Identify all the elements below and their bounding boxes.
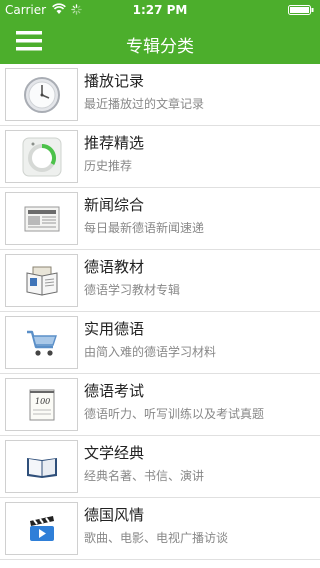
category-title: 实用德语 bbox=[84, 320, 145, 338]
category-thumbnail bbox=[5, 502, 78, 555]
category-row-featured-picks[interactable]: 推荐精选 历史推荐 bbox=[0, 126, 320, 188]
page-title: 专辑分类 bbox=[126, 37, 194, 57]
category-thumbnail bbox=[5, 440, 78, 493]
category-row-literature-classics[interactable]: 文学经典 经典名著、书信、演讲 bbox=[0, 436, 320, 498]
category-row-playback-history[interactable]: 播放记录 最近播放过的文章记录 bbox=[0, 64, 320, 126]
category-title: 德国风情 bbox=[84, 506, 145, 524]
category-row-textbooks[interactable]: 德语教材 德语学习教材专辑 bbox=[0, 250, 320, 312]
category-subtitle: 历史推荐 bbox=[84, 159, 133, 173]
navigation-bar: Carrier 1:27 PM 专辑分类 bbox=[0, 0, 320, 64]
exam-score-label: 100 bbox=[35, 397, 50, 406]
category-title: 推荐精选 bbox=[84, 134, 145, 152]
category-row-practical-german[interactable]: 实用德语 由简入难的德语学习材料 bbox=[0, 312, 320, 374]
category-title: 德语考试 bbox=[84, 382, 145, 400]
category-subtitle: 德语学习教材专辑 bbox=[84, 283, 181, 297]
category-title: 文学经典 bbox=[84, 444, 145, 462]
clock-icon bbox=[23, 76, 60, 113]
category-thumbnail bbox=[5, 254, 78, 307]
category-subtitle: 德语听力、听写训练以及考试真题 bbox=[84, 407, 265, 421]
status-bar: Carrier 1:27 PM bbox=[0, 0, 320, 20]
category-thumbnail: 100 bbox=[5, 378, 78, 431]
status-time: 1:27 PM bbox=[132, 3, 188, 17]
category-thumbnail bbox=[5, 68, 78, 121]
clapperboard-icon bbox=[29, 515, 54, 541]
category-thumbnail bbox=[5, 130, 78, 183]
open-book-icon bbox=[26, 457, 57, 478]
battery-icon bbox=[288, 5, 314, 15]
category-subtitle: 歌曲、电影、电视广播访谈 bbox=[84, 531, 229, 545]
category-row-news[interactable]: 新闻综合 每日最新德语新闻速递 bbox=[0, 188, 320, 250]
newspaper-icon bbox=[24, 206, 59, 231]
category-subtitle: 经典名著、书信、演讲 bbox=[84, 469, 205, 483]
category-subtitle: 由简入难的德语学习材料 bbox=[84, 345, 217, 359]
shopping-cart-icon bbox=[26, 330, 57, 356]
category-subtitle: 每日最新德语新闻速递 bbox=[84, 221, 205, 235]
category-subtitle: 最近播放过的文章记录 bbox=[84, 97, 205, 111]
progress-dial-icon bbox=[22, 137, 61, 176]
exam-paper-icon: 100 bbox=[29, 389, 54, 420]
category-title: 德语教材 bbox=[84, 258, 145, 276]
category-row-german-exams[interactable]: 100 德语考试 德语听力、听写训练以及考试真题 bbox=[0, 374, 320, 436]
category-title: 播放记录 bbox=[84, 72, 145, 90]
category-thumbnail bbox=[5, 192, 78, 245]
category-thumbnail bbox=[5, 316, 78, 369]
textbook-icon bbox=[26, 266, 57, 296]
category-row-german-culture[interactable]: 德国风情 歌曲、电影、电视广播访谈 bbox=[0, 498, 320, 560]
category-title: 新闻综合 bbox=[84, 196, 145, 214]
category-list: 播放记录 最近播放过的文章记录 推荐精选 历史推荐 新闻综合 每日最新德语新闻速… bbox=[0, 64, 320, 560]
